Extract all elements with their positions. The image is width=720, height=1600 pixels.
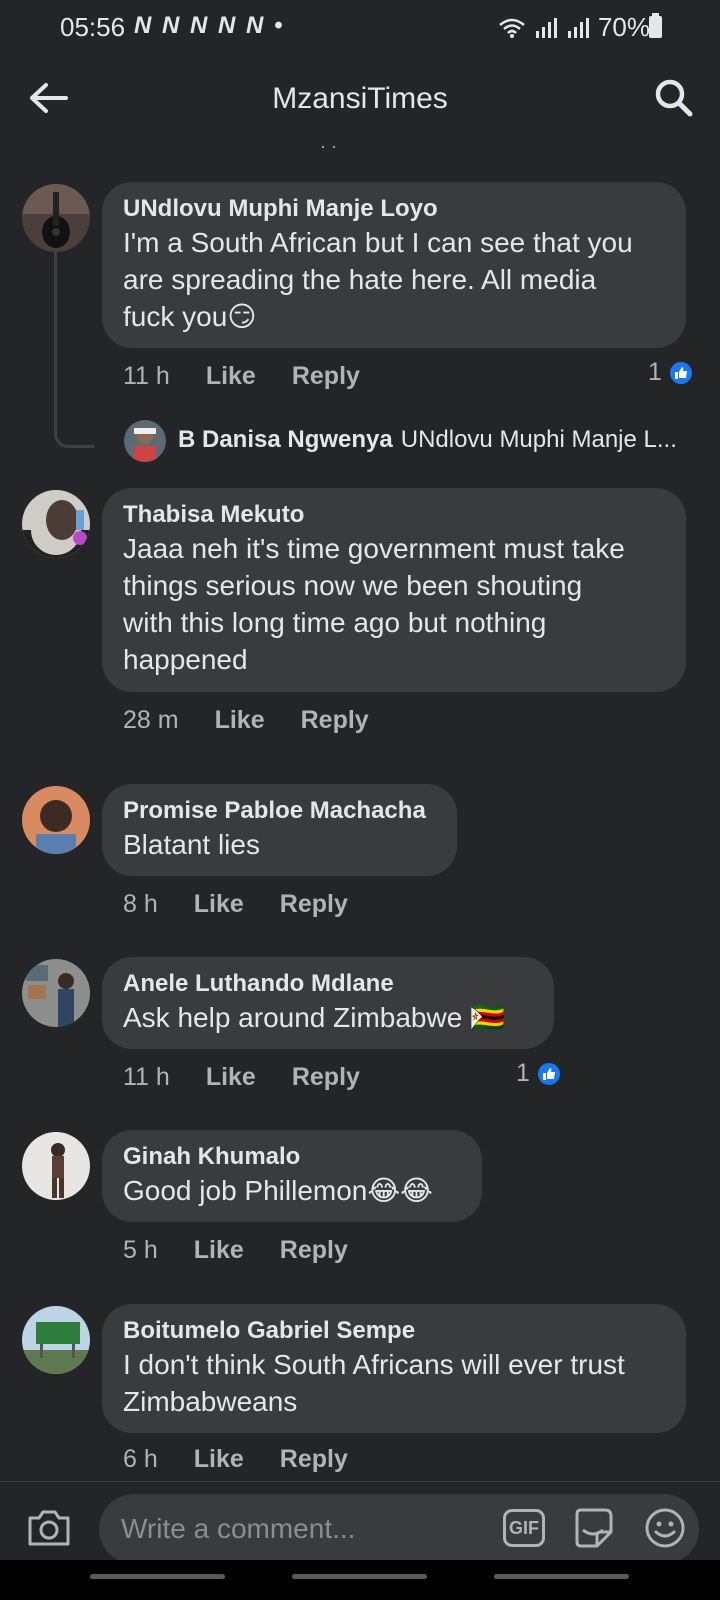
reply-button[interactable]: Reply [292, 1063, 360, 1092]
avatar[interactable] [22, 490, 90, 558]
comment-text-line: things serious now we been shouting [123, 570, 583, 601]
search-icon[interactable] [652, 76, 696, 120]
system-nav-bar [0, 1560, 720, 1600]
person-avatar-image [22, 1132, 90, 1200]
comment-text-line: Ask help around Zimbabwe 🇿🇼 [123, 1002, 505, 1033]
comment-text-line: Blatant lies [123, 829, 260, 860]
guitar-avatar-image [22, 184, 90, 252]
comment-text-line: I'm a South African but I can see that y… [123, 227, 633, 258]
comment-time: 28 m [123, 706, 179, 734]
camera-icon[interactable] [26, 1506, 72, 1548]
sticker-icon[interactable] [571, 1506, 615, 1550]
like-button[interactable]: Like [194, 890, 244, 919]
comment-author[interactable]: Ginah Khumalo [123, 1142, 462, 1172]
reaction-count-value: 1 [648, 358, 662, 386]
wifi-icon [499, 18, 525, 38]
signal-icon [535, 17, 557, 38]
comment-actions: 11 h Like Reply [123, 1063, 396, 1092]
reply-author[interactable]: B Danisa Ngwenya [178, 426, 393, 454]
comment-bubble[interactable]: Anele Luthando Mdlane Ask help around Zi… [102, 957, 554, 1049]
reply-button[interactable]: Reply [301, 706, 369, 735]
comment-author[interactable]: Promise Pabloe Machacha [123, 796, 437, 826]
comment-bubble[interactable]: Thabisa Mekuto Jaaa neh it's time govern… [102, 488, 686, 692]
comment-bubble[interactable]: UNdlovu Muphi Manje Loyo I'm a South Afr… [102, 182, 686, 348]
comment-time: 8 h [123, 890, 158, 918]
nav-recent-button[interactable] [90, 1574, 225, 1579]
reply-avatar[interactable] [124, 420, 166, 462]
gif-icon[interactable]: GIF [503, 1509, 545, 1547]
reaction-count[interactable]: 1 [648, 358, 694, 387]
comment-time: 6 h [123, 1445, 158, 1473]
reaction-count[interactable]: 1 [516, 1059, 562, 1088]
comment-actions: 11 h Like Reply [123, 362, 396, 391]
comment-author[interactable]: Thabisa Mekuto [123, 500, 666, 530]
like-button[interactable]: Like [194, 1236, 244, 1265]
like-button[interactable]: Like [194, 1445, 244, 1474]
reply-button[interactable]: Reply [280, 1445, 348, 1474]
avatar[interactable] [22, 786, 90, 854]
scroll-remnant: · · [320, 136, 337, 156]
comment-text-line: happened [123, 644, 248, 675]
comment-author[interactable]: UNdlovu Muphi Manje Loyo [123, 194, 666, 224]
comment-text-line: are spreading the hate here. All media [123, 264, 597, 295]
emoji-icon[interactable] [643, 1506, 687, 1550]
like-button[interactable]: Like [215, 706, 265, 735]
status-indicators: 70% [498, 12, 650, 43]
comment-actions: 8 h Like Reply [123, 890, 384, 919]
person-avatar-image [22, 786, 90, 854]
comment-text-line: I don't think South Africans will ever t… [123, 1349, 625, 1380]
nav-back-button[interactable] [494, 1574, 629, 1579]
comment-time: 5 h [123, 1236, 158, 1264]
status-time: 05:56 [60, 12, 126, 42]
comment-bubble[interactable]: Ginah Khumalo Good job Phillemon😂😂 [102, 1130, 482, 1222]
nav-home-button[interactable] [292, 1574, 427, 1579]
battery-percent: 70% [597, 12, 650, 42]
reply-preview[interactable]: B Danisa Ngwenya UNdlovu Muphi Manje L..… [124, 420, 677, 462]
comment-bubble[interactable]: Boitumelo Gabriel Sempe I don't think So… [102, 1304, 686, 1433]
comment-actions: 6 h Like Reply [123, 1445, 384, 1474]
avatar[interactable] [22, 959, 90, 1027]
status-bar: 05:56 N N N N N • 70% [0, 0, 720, 56]
notification-icons: N N N N N • [134, 12, 285, 39]
avatar[interactable] [22, 1132, 90, 1200]
comment-time: 11 h [123, 362, 170, 390]
comment-text-line: Jaaa neh it's time government must take [123, 533, 625, 564]
reply-avatar-image [124, 420, 166, 462]
avatar[interactable] [22, 184, 90, 252]
comment-time: 11 h [123, 1063, 170, 1091]
comment-text-line: Zimbabweans [123, 1386, 298, 1417]
comment-bubble[interactable]: Promise Pabloe Machacha Blatant lies [102, 784, 457, 876]
road-sign-avatar-image [22, 1306, 90, 1374]
avatar[interactable] [22, 1306, 90, 1374]
thread-connector [54, 252, 94, 448]
signal-icon-2 [567, 17, 589, 38]
like-button[interactable]: Like [206, 1063, 256, 1092]
comment-author[interactable]: Anele Luthando Mdlane [123, 969, 534, 999]
comment-text-line: Good job Phillemon😂😂 [123, 1175, 433, 1206]
page-title: MzansiTimes [272, 82, 448, 115]
thumbs-up-icon [535, 1060, 562, 1087]
app-header: MzansiTimes [0, 56, 720, 142]
comment-actions: 5 h Like Reply [123, 1236, 384, 1265]
comment-author[interactable]: Boitumelo Gabriel Sempe [123, 1316, 666, 1346]
person-avatar-image [22, 959, 90, 1027]
comment-text-line: fuck you😏 [123, 301, 257, 332]
battery-icon [649, 13, 662, 38]
reply-text: UNdlovu Muphi Manje L... [400, 426, 677, 453]
comment-actions: 28 m Like Reply [123, 706, 405, 735]
comment-text-line: with this long time ago but nothing [123, 607, 547, 638]
vaccinated-frame-avatar-image [22, 490, 90, 558]
like-button[interactable]: Like [206, 362, 256, 391]
reply-button[interactable]: Reply [280, 890, 348, 919]
reply-button[interactable]: Reply [280, 1236, 348, 1265]
reply-button[interactable]: Reply [292, 362, 360, 391]
thumbs-up-icon [667, 359, 694, 386]
reaction-count-value: 1 [516, 1059, 530, 1087]
